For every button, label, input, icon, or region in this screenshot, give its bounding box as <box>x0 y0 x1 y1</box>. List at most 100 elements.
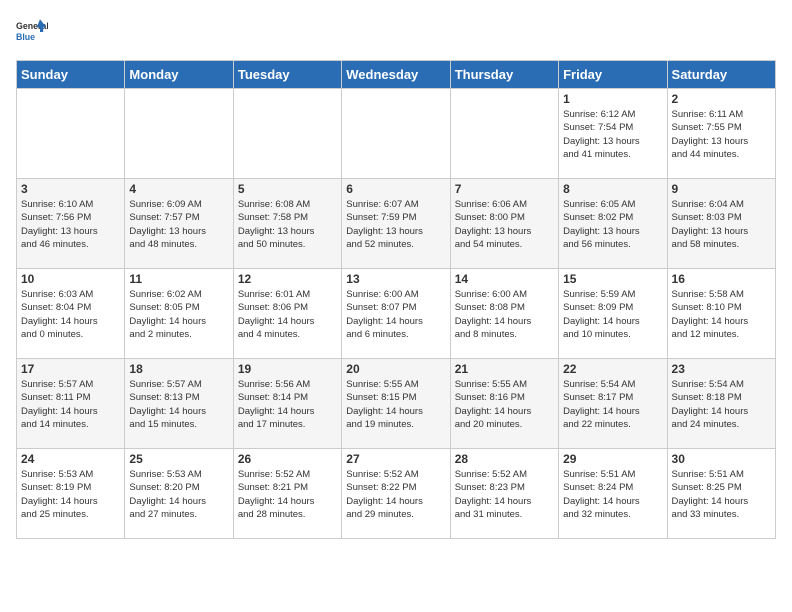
calendar-cell: 21Sunrise: 5:55 AM Sunset: 8:16 PM Dayli… <box>450 359 558 449</box>
day-number: 1 <box>563 92 662 106</box>
day-number: 11 <box>129 272 228 286</box>
header-day-sunday: Sunday <box>17 61 125 89</box>
day-number: 17 <box>21 362 120 376</box>
day-info: Sunrise: 5:51 AM Sunset: 8:25 PM Dayligh… <box>672 468 771 521</box>
calendar-cell: 4 Sunrise: 6:09 AM Sunset: 7:57 PM Daylig… <box>125 179 233 269</box>
calendar-cell: 18 Sunrise: 5:57 AM Sunset: 8:13 PM Dayli… <box>125 359 233 449</box>
header-day-tuesday: Tuesday <box>233 61 341 89</box>
day-info: Sunrise: 5:53 AM Sunset: 8:20 PM Dayligh… <box>129 468 228 521</box>
day-number: 19 <box>238 362 337 376</box>
day-info: Sunrise: 6:02 AM Sunset: 8:05 PM Dayligh… <box>129 288 228 341</box>
day-info: Sunrise: 6:09 AM Sunset: 7:57 PM Dayligh… <box>129 198 228 251</box>
day-info: Sunrise: 6:11 AM Sunset: 7:55 PM Dayligh… <box>672 108 771 161</box>
calendar-cell: 19 Sunrise: 5:56 AM Sunset: 8:14 PM Dayli… <box>233 359 341 449</box>
day-info: Sunrise: 5:52 AM Sunset: 8:21 PM Dayligh… <box>238 468 337 521</box>
day-number: 7 <box>455 182 554 196</box>
day-info: Sunrise: 6:05 AM Sunset: 8:02 PM Dayligh… <box>563 198 662 251</box>
calendar-cell: 24Sunrise: 5:53 AM Sunset: 8:19 PM Dayli… <box>17 449 125 539</box>
day-number: 24 <box>21 452 120 466</box>
week-row-3: 10Sunrise: 6:03 AM Sunset: 8:04 PM Dayli… <box>17 269 776 359</box>
day-number: 22 <box>563 362 662 376</box>
week-row-4: 17 Sunrise: 5:57 AM Sunset: 8:11 PM Dayli… <box>17 359 776 449</box>
day-number: 23 <box>672 362 771 376</box>
day-number: 14 <box>455 272 554 286</box>
day-info: Sunrise: 6:06 AM Sunset: 8:00 PM Dayligh… <box>455 198 554 251</box>
day-info: Sunrise: 5:55 AM Sunset: 8:16 PM Dayligh… <box>455 378 554 431</box>
day-number: 13 <box>346 272 445 286</box>
page-header: GeneralBlue <box>16 16 776 48</box>
calendar-cell: 22 Sunrise: 5:54 AM Sunset: 8:17 PM Dayli… <box>559 359 667 449</box>
day-number: 5 <box>238 182 337 196</box>
day-number: 18 <box>129 362 228 376</box>
day-info: Sunrise: 6:08 AM Sunset: 7:58 PM Dayligh… <box>238 198 337 251</box>
day-info: Sunrise: 5:52 AM Sunset: 8:22 PM Dayligh… <box>346 468 445 521</box>
day-info: Sunrise: 6:04 AM Sunset: 8:03 PM Dayligh… <box>672 198 771 251</box>
header-day-monday: Monday <box>125 61 233 89</box>
calendar-cell: 16 Sunrise: 5:58 AM Sunset: 8:10 PM Dayli… <box>667 269 775 359</box>
logo: GeneralBlue <box>16 16 48 48</box>
calendar-cell: 26 Sunrise: 5:52 AM Sunset: 8:21 PM Dayli… <box>233 449 341 539</box>
calendar-cell: 2 Sunrise: 6:11 AM Sunset: 7:55 PM Daylig… <box>667 89 775 179</box>
day-info: Sunrise: 6:10 AM Sunset: 7:56 PM Dayligh… <box>21 198 120 251</box>
day-number: 8 <box>563 182 662 196</box>
day-info: Sunrise: 5:52 AM Sunset: 8:23 PM Dayligh… <box>455 468 554 521</box>
week-row-2: 3 Sunrise: 6:10 AM Sunset: 7:56 PM Daylig… <box>17 179 776 269</box>
header-day-friday: Friday <box>559 61 667 89</box>
calendar-cell: 20 Sunrise: 5:55 AM Sunset: 8:15 PM Dayli… <box>342 359 450 449</box>
day-number: 4 <box>129 182 228 196</box>
day-info: Sunrise: 5:57 AM Sunset: 8:13 PM Dayligh… <box>129 378 228 431</box>
day-info: Sunrise: 6:03 AM Sunset: 8:04 PM Dayligh… <box>21 288 120 341</box>
day-number: 2 <box>672 92 771 106</box>
calendar-cell: 8 Sunrise: 6:05 AM Sunset: 8:02 PM Daylig… <box>559 179 667 269</box>
day-info: Sunrise: 5:58 AM Sunset: 8:10 PM Dayligh… <box>672 288 771 341</box>
header-day-wednesday: Wednesday <box>342 61 450 89</box>
calendar-cell: 5 Sunrise: 6:08 AM Sunset: 7:58 PM Daylig… <box>233 179 341 269</box>
day-number: 26 <box>238 452 337 466</box>
day-info: Sunrise: 6:07 AM Sunset: 7:59 PM Dayligh… <box>346 198 445 251</box>
day-number: 6 <box>346 182 445 196</box>
day-number: 25 <box>129 452 228 466</box>
day-info: Sunrise: 5:56 AM Sunset: 8:14 PM Dayligh… <box>238 378 337 431</box>
calendar-table: SundayMondayTuesdayWednesdayThursdayFrid… <box>16 60 776 539</box>
calendar-cell <box>17 89 125 179</box>
day-number: 29 <box>563 452 662 466</box>
day-info: Sunrise: 5:51 AM Sunset: 8:24 PM Dayligh… <box>563 468 662 521</box>
day-info: Sunrise: 6:12 AM Sunset: 7:54 PM Dayligh… <box>563 108 662 161</box>
calendar-cell: 10Sunrise: 6:03 AM Sunset: 8:04 PM Dayli… <box>17 269 125 359</box>
calendar-cell: 12 Sunrise: 6:01 AM Sunset: 8:06 PM Dayli… <box>233 269 341 359</box>
day-number: 30 <box>672 452 771 466</box>
day-info: Sunrise: 5:57 AM Sunset: 8:11 PM Dayligh… <box>21 378 120 431</box>
calendar-cell: 3 Sunrise: 6:10 AM Sunset: 7:56 PM Daylig… <box>17 179 125 269</box>
calendar-cell: 14 Sunrise: 6:00 AM Sunset: 8:08 PM Dayli… <box>450 269 558 359</box>
calendar-cell <box>125 89 233 179</box>
calendar-cell: 11 Sunrise: 6:02 AM Sunset: 8:05 PM Dayli… <box>125 269 233 359</box>
day-info: Sunrise: 5:54 AM Sunset: 8:18 PM Dayligh… <box>672 378 771 431</box>
calendar-cell: 6 Sunrise: 6:07 AM Sunset: 7:59 PM Daylig… <box>342 179 450 269</box>
calendar-cell: 7 Sunrise: 6:06 AM Sunset: 8:00 PM Daylig… <box>450 179 558 269</box>
day-info: Sunrise: 6:00 AM Sunset: 8:08 PM Dayligh… <box>455 288 554 341</box>
week-row-5: 24Sunrise: 5:53 AM Sunset: 8:19 PM Dayli… <box>17 449 776 539</box>
day-info: Sunrise: 5:55 AM Sunset: 8:15 PM Dayligh… <box>346 378 445 431</box>
week-row-1: 1 Sunrise: 6:12 AM Sunset: 7:54 PM Daylig… <box>17 89 776 179</box>
day-number: 16 <box>672 272 771 286</box>
day-number: 12 <box>238 272 337 286</box>
day-number: 27 <box>346 452 445 466</box>
calendar-cell: 9Sunrise: 6:04 AM Sunset: 8:03 PM Daylig… <box>667 179 775 269</box>
calendar-cell <box>450 89 558 179</box>
header-row: SundayMondayTuesdayWednesdayThursdayFrid… <box>17 61 776 89</box>
day-info: Sunrise: 6:00 AM Sunset: 8:07 PM Dayligh… <box>346 288 445 341</box>
logo-icon: GeneralBlue <box>16 16 48 48</box>
day-number: 15 <box>563 272 662 286</box>
day-number: 28 <box>455 452 554 466</box>
calendar-cell: 15 Sunrise: 5:59 AM Sunset: 8:09 PM Dayli… <box>559 269 667 359</box>
calendar-cell: 13 Sunrise: 6:00 AM Sunset: 8:07 PM Dayli… <box>342 269 450 359</box>
day-info: Sunrise: 5:54 AM Sunset: 8:17 PM Dayligh… <box>563 378 662 431</box>
day-number: 3 <box>21 182 120 196</box>
calendar-cell: 1 Sunrise: 6:12 AM Sunset: 7:54 PM Daylig… <box>559 89 667 179</box>
day-info: Sunrise: 5:59 AM Sunset: 8:09 PM Dayligh… <box>563 288 662 341</box>
calendar-cell: 29 Sunrise: 5:51 AM Sunset: 8:24 PM Dayli… <box>559 449 667 539</box>
day-info: Sunrise: 6:01 AM Sunset: 8:06 PM Dayligh… <box>238 288 337 341</box>
calendar-cell: 27 Sunrise: 5:52 AM Sunset: 8:22 PM Dayli… <box>342 449 450 539</box>
header-day-thursday: Thursday <box>450 61 558 89</box>
day-number: 20 <box>346 362 445 376</box>
